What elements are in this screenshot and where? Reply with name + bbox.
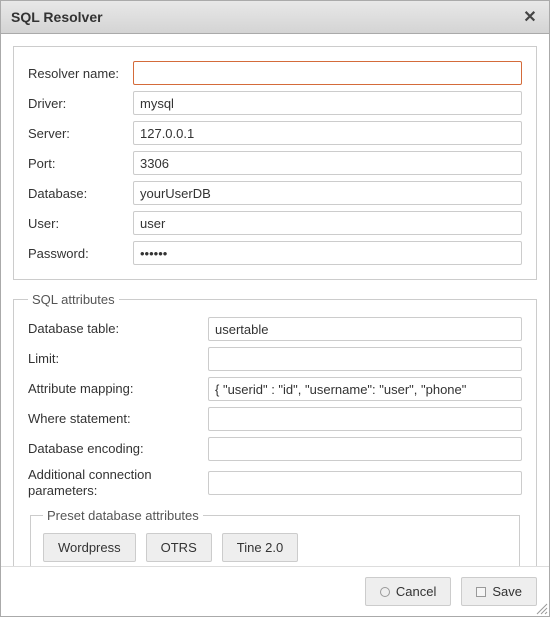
preset-attributes-legend: Preset database attributes xyxy=(43,508,203,523)
titlebar: SQL Resolver ✕ xyxy=(1,1,549,34)
driver-input[interactable] xyxy=(133,91,522,115)
cancel-icon xyxy=(380,587,390,597)
database-table-label: Database table: xyxy=(28,321,208,337)
preset-attributes-fieldset: Preset database attributes Wordpress OTR… xyxy=(30,508,520,566)
save-button[interactable]: Save xyxy=(461,577,537,606)
database-encoding-input[interactable] xyxy=(208,437,522,461)
sql-resolver-dialog: SQL Resolver ✕ Resolver name: Driver: Se… xyxy=(0,0,550,617)
additional-params-input[interactable] xyxy=(208,471,522,495)
close-icon[interactable]: ✕ xyxy=(521,7,539,27)
password-label: Password: xyxy=(28,246,133,261)
save-button-label: Save xyxy=(492,584,522,599)
database-table-input[interactable] xyxy=(208,317,522,341)
port-label: Port: xyxy=(28,156,133,171)
where-statement-input[interactable] xyxy=(208,407,522,431)
database-input[interactable] xyxy=(133,181,522,205)
resize-handle-icon[interactable] xyxy=(534,601,548,615)
preset-otrs-button[interactable]: OTRS xyxy=(146,533,212,562)
sql-attributes-legend: SQL attributes xyxy=(28,292,119,307)
user-input[interactable] xyxy=(133,211,522,235)
port-input[interactable] xyxy=(133,151,522,175)
cancel-button[interactable]: Cancel xyxy=(365,577,451,606)
resolver-name-label: Resolver name: xyxy=(28,66,133,81)
limit-input[interactable] xyxy=(208,347,522,371)
limit-label: Limit: xyxy=(28,351,208,367)
attribute-mapping-label: Attribute mapping: xyxy=(28,381,208,397)
database-encoding-label: Database encoding: xyxy=(28,441,208,457)
connection-fieldset: Resolver name: Driver: Server: Port: Dat… xyxy=(13,46,537,280)
password-input[interactable] xyxy=(133,241,522,265)
save-icon xyxy=(476,587,486,597)
dialog-content: Resolver name: Driver: Server: Port: Dat… xyxy=(1,34,549,566)
server-label: Server: xyxy=(28,126,133,141)
preset-wordpress-button[interactable]: Wordpress xyxy=(43,533,136,562)
attribute-mapping-input[interactable] xyxy=(208,377,522,401)
dialog-title: SQL Resolver xyxy=(11,9,103,25)
preset-tine20-button[interactable]: Tine 2.0 xyxy=(222,533,299,562)
server-input[interactable] xyxy=(133,121,522,145)
cancel-button-label: Cancel xyxy=(396,584,436,599)
resolver-name-input[interactable] xyxy=(133,61,522,85)
sql-attributes-fieldset: SQL attributes Database table: Limit: At… xyxy=(13,292,537,566)
user-label: User: xyxy=(28,216,133,231)
database-label: Database: xyxy=(28,186,133,201)
where-statement-label: Where statement: xyxy=(28,411,208,427)
driver-label: Driver: xyxy=(28,96,133,111)
additional-params-label: Additional connection parameters: xyxy=(28,467,208,498)
dialog-footer: Cancel Save xyxy=(1,566,549,616)
